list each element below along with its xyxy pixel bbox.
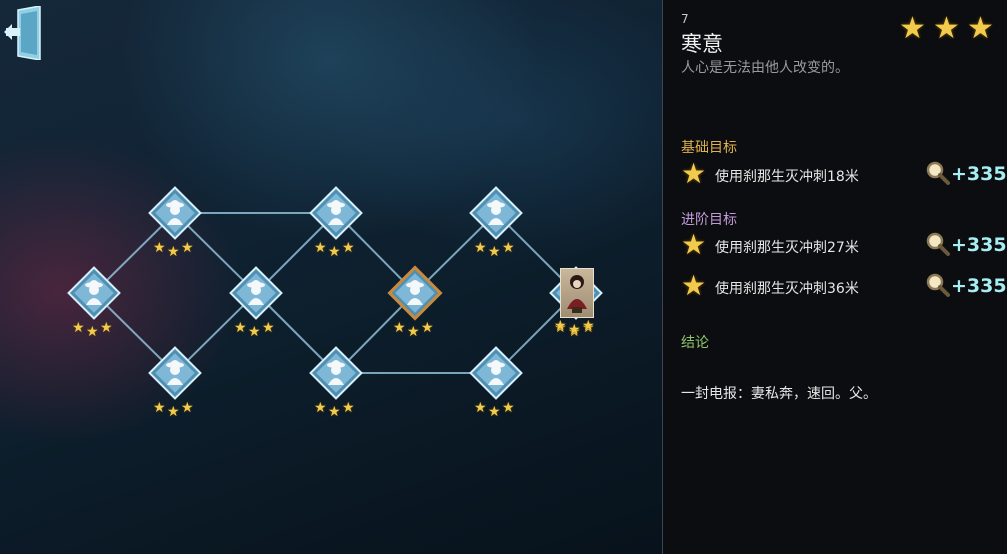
level-node-diamond (469, 186, 523, 240)
conclusion-text: 一封电报：妻私奔，速回。父。 (681, 386, 877, 402)
star-icon: ★ (421, 320, 434, 336)
star-icon: ★ (86, 324, 99, 340)
objective-row: ★ 使用刹那生灭冲刺36米 +335 (681, 269, 1007, 302)
level-node-diamond (229, 266, 283, 320)
level-node[interactable]: ★ ★ ★ (226, 263, 286, 339)
node-stars: ★ ★ ★ (72, 320, 116, 340)
level-number: 7 (681, 12, 689, 26)
level-map-area: ★ ★ ★ ★ ★ ★ ★ ★ ★ ★ ★ ★ ★ ★ ★ ★ ★ ★ ★ ★ ★ ★ ★ ★ ★ ★ ★ ★ ★ ★ ★ ★ ★ (0, 0, 662, 554)
magnifier-icon (926, 273, 950, 297)
star-icon: ★ (153, 400, 166, 416)
current-character-node[interactable] (560, 268, 594, 318)
star-icon: ★ (502, 240, 515, 256)
conclusion-header: 结论 (681, 335, 709, 351)
level-node-diamond (148, 346, 202, 400)
star-icon: ★ (407, 324, 420, 340)
star-icon: ★ (488, 404, 501, 420)
advanced-objectives-header: 进阶目标 (681, 212, 737, 228)
star-icon: ★ (474, 240, 487, 256)
star-icon: ★ (72, 320, 85, 336)
magnifier-icon (926, 232, 950, 256)
star-icon: ★ (681, 157, 707, 190)
magnifier-icon (926, 161, 950, 185)
star-icon: ★ (681, 269, 707, 302)
level-node[interactable]: ★ ★ ★ (145, 183, 205, 259)
character-portrait-icon (567, 275, 587, 313)
star-icon: ★ (328, 404, 341, 420)
basic-objectives-header: 基础目标 (681, 140, 737, 156)
level-subtitle: 人心是无法由他人改变的。 (681, 60, 849, 76)
star-icon: ★ (314, 240, 327, 256)
level-node[interactable]: ★ ★ ★ (145, 343, 205, 419)
objective-row: ★ 使用刹那生灭冲刺18米 +335 (681, 157, 1007, 190)
objective-text: 使用刹那生灭冲刺36米 (715, 281, 859, 297)
level-node-diamond (469, 346, 523, 400)
level-node-diamond (148, 186, 202, 240)
star-icon: ★ (342, 240, 355, 256)
level-node-diamond (387, 265, 443, 321)
star-icon: ★ (167, 404, 180, 420)
level-node-diamond (309, 186, 363, 240)
star-icon: ★ (234, 320, 247, 336)
star-icon: ★ (314, 400, 327, 416)
objective-reward: +335 (951, 163, 1007, 185)
star-icon: ★ (153, 240, 166, 256)
star-icon: ★ (899, 11, 926, 46)
node-stars: ★ ★ ★ (393, 320, 437, 340)
level-node[interactable]: ★ ★ ★ (306, 343, 366, 419)
star-icon: ★ (100, 320, 113, 336)
star-icon: ★ (181, 400, 194, 416)
node-stars: ★ ★ ★ (153, 240, 197, 260)
objective-row: ★ 使用刹那生灭冲刺27米 +335 (681, 228, 1007, 261)
star-icon: ★ (474, 400, 487, 416)
star-icon: ★ (967, 11, 994, 46)
level-info-panel: 7 寒意 人心是无法由他人改变的。 ★ ★ ★ 基础目标 ★ 使用刹那生灭冲刺1… (663, 0, 1007, 554)
level-star-rating: ★ ★ ★ (899, 14, 999, 46)
star-icon: ★ (933, 11, 960, 46)
level-title: 寒意 (681, 32, 723, 56)
star-icon: ★ (167, 244, 180, 260)
node-stars: ★ ★ ★ (234, 320, 278, 340)
star-icon: ★ (181, 240, 194, 256)
star-icon: ★ (262, 320, 275, 336)
star-icon: ★ (502, 400, 515, 416)
level-node[interactable]: ★ ★ ★ (385, 263, 445, 339)
objective-reward: +335 (951, 275, 1007, 297)
star-icon: ★ (393, 320, 406, 336)
node-stars: ★ ★ ★ (314, 240, 358, 260)
star-icon: ★ (248, 324, 261, 340)
node-stars: ★ ★ ★ (314, 400, 358, 420)
star-icon: ★ (568, 322, 581, 338)
level-node[interactable]: ★ ★ ★ (306, 183, 366, 259)
star-icon: ★ (554, 318, 567, 334)
level-node[interactable]: ★ ★ ★ (466, 183, 526, 259)
star-icon: ★ (582, 318, 595, 334)
level-node-diamond (309, 346, 363, 400)
level-node[interactable]: ★ ★ ★ (466, 343, 526, 419)
node-stars: ★ ★ ★ (474, 240, 518, 260)
level-node-diamond (67, 266, 121, 320)
star-icon: ★ (488, 244, 501, 260)
star-icon: ★ (328, 244, 341, 260)
objective-text: 使用刹那生灭冲刺18米 (715, 169, 859, 185)
star-icon: ★ (681, 228, 707, 261)
node-stars: ★ ★ ★ (554, 318, 598, 338)
objective-reward: +335 (951, 234, 1007, 256)
objective-text: 使用刹那生灭冲刺27米 (715, 240, 859, 256)
node-stars: ★ ★ ★ (474, 400, 518, 420)
level-node[interactable]: ★ ★ ★ (64, 263, 124, 339)
star-icon: ★ (342, 400, 355, 416)
node-stars: ★ ★ ★ (153, 400, 197, 420)
